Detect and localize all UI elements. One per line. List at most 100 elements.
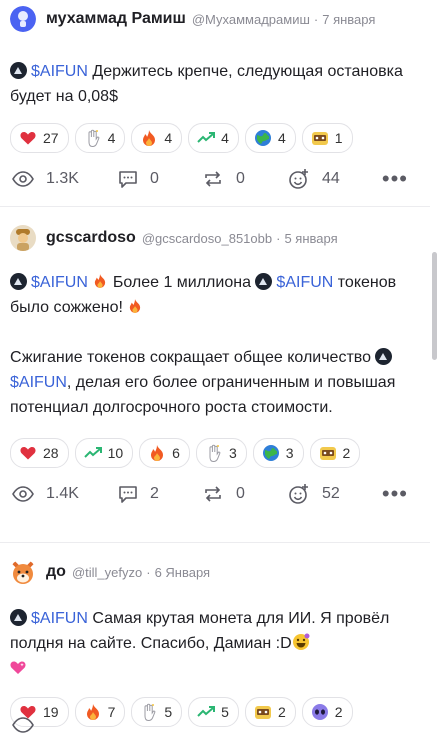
author-handle[interactable]: @till_yefyzo — [72, 565, 142, 580]
views-stat[interactable]: 1.4K — [12, 485, 79, 503]
reaction-hand[interactable]: 3 — [195, 438, 247, 468]
add-reaction-icon — [289, 169, 308, 189]
post-date: 5 января — [284, 230, 338, 246]
reaction-count: 27 — [43, 130, 59, 146]
reaction-badge[interactable]: 2 — [244, 697, 296, 727]
reaction-count: 2 — [277, 704, 286, 720]
badge-icon — [319, 444, 337, 462]
reaction-fire[interactable]: 4 — [131, 123, 183, 153]
eye-icon — [12, 486, 34, 502]
reaction-badge[interactable]: 2 — [309, 438, 361, 468]
reposts-stat[interactable]: 0 — [202, 170, 245, 188]
reaction-trend[interactable]: 4 — [188, 123, 239, 153]
reaction-globe[interactable]: 3 — [252, 438, 304, 468]
author-name[interactable]: мухаммад Рамиш — [46, 10, 186, 28]
post-text-line: Более 1 миллиона — [112, 274, 251, 291]
reaction-fire[interactable]: 6 — [139, 438, 190, 468]
reaction-count: 4 — [164, 130, 173, 146]
stats-bar: 1.3K 0 0 44 ••• — [0, 159, 430, 199]
badge-icon — [254, 703, 272, 721]
eye-icon — [12, 717, 34, 733]
token-icon — [10, 273, 27, 290]
reaction-count: 4 — [277, 130, 286, 146]
separator: · — [313, 11, 319, 27]
fire-icon — [95, 274, 106, 288]
author-name[interactable]: gcscardoso — [46, 229, 136, 247]
token-icon — [10, 609, 27, 626]
scrollbar-thumb[interactable] — [432, 252, 437, 360]
likes-stat[interactable]: 44 — [288, 168, 340, 190]
author-handle[interactable]: @gcscardoso_851obb — [142, 231, 272, 246]
trend-up-icon — [83, 444, 102, 462]
avatar[interactable] — [10, 6, 36, 32]
heart-icon — [19, 129, 37, 147]
post-text: $AIFUN Более 1 миллиона $AIFUN токенов б… — [0, 270, 430, 420]
ticker-link[interactable]: $AIFUN — [10, 374, 67, 391]
reaction-count: 5 — [221, 704, 229, 720]
post-date: 6 Января — [154, 564, 211, 580]
reactions-bar: 19 7 5 5 2 2 — [0, 697, 430, 727]
views-count: 1.4K — [46, 485, 79, 502]
ticker-link[interactable]: $AIFUN — [31, 63, 88, 80]
comments-stat[interactable]: 2 — [118, 485, 159, 503]
likes-count: 44 — [322, 170, 340, 187]
avatar[interactable] — [10, 225, 36, 251]
comment-icon — [119, 486, 137, 503]
reaction-hand[interactable]: 4 — [74, 123, 126, 153]
reactions-bar: 27 4 4 4 4 1 — [0, 123, 430, 153]
fire-icon — [140, 129, 158, 147]
reaction-heart[interactable]: 28 — [10, 438, 69, 468]
reaction-fire[interactable]: 7 — [74, 697, 126, 727]
views-icon-partial — [12, 717, 34, 737]
reaction-hand[interactable]: 5 — [131, 697, 183, 727]
post[interactable]: до @till_yefyzo · 6 Января $AIFUN Самая … — [0, 543, 430, 737]
hand-icon — [84, 129, 102, 147]
reaction-count: 19 — [43, 704, 59, 720]
fire-icon — [84, 703, 102, 721]
repost-icon — [205, 171, 221, 187]
post-date: 7 января — [322, 11, 376, 27]
reaction-trend[interactable]: 5 — [188, 697, 239, 727]
grin-emoji-icon — [292, 633, 310, 650]
trend-up-icon — [197, 129, 216, 147]
more-options-button[interactable]: ••• — [382, 481, 408, 507]
reposts-stat[interactable]: 0 — [202, 485, 245, 503]
post-text-line: Сжигание токенов сокращает общее количес… — [10, 349, 371, 366]
avatar[interactable] — [10, 559, 36, 585]
reaction-alien[interactable]: 2 — [301, 697, 353, 727]
reaction-trend[interactable]: 10 — [74, 438, 134, 468]
reaction-count: 5 — [164, 704, 173, 720]
alien-icon — [311, 703, 329, 721]
fire-icon — [130, 299, 141, 313]
post-text-line: , делая его более ограниченным и повышая… — [10, 374, 396, 416]
post-text: $AIFUN Держитесь крепче, следующая остан… — [0, 59, 430, 109]
more-options-button[interactable]: ••• — [382, 166, 408, 192]
ticker-link[interactable]: $AIFUN — [31, 610, 88, 627]
comment-icon — [119, 171, 137, 188]
reaction-count: 4 — [107, 130, 116, 146]
stats-bar: 1.4K 2 0 52 ••• — [0, 474, 430, 514]
post[interactable]: gcscardoso @gcscardoso_851obb · 5 января… — [0, 207, 430, 543]
fire-icon — [148, 444, 166, 462]
views-stat[interactable]: 1.3K — [12, 170, 79, 188]
comments-count: 2 — [150, 485, 159, 502]
post[interactable]: мухаммад Рамиш @Мухаммадрамиш · 7 января… — [0, 0, 430, 207]
eye-icon — [12, 171, 34, 187]
ticker-link[interactable]: $AIFUN — [276, 274, 333, 291]
repost-icon — [205, 486, 221, 502]
reaction-count: 1 — [334, 130, 343, 146]
author-name[interactable]: до — [46, 563, 66, 581]
reaction-badge[interactable]: 1 — [301, 123, 353, 153]
likes-stat[interactable]: 52 — [288, 483, 340, 505]
comments-stat[interactable]: 0 — [118, 170, 159, 188]
reaction-count: 2 — [334, 704, 343, 720]
author-handle[interactable]: @Мухаммадрамиш — [192, 12, 310, 27]
comments-count: 0 — [150, 170, 159, 187]
reaction-globe[interactable]: 4 — [244, 123, 296, 153]
ticker-link[interactable]: $AIFUN — [31, 274, 88, 291]
reaction-heart[interactable]: 27 — [10, 123, 69, 153]
reaction-count: 4 — [221, 130, 229, 146]
reaction-count: 10 — [107, 445, 124, 461]
hand-icon — [205, 444, 223, 462]
globe-icon — [262, 444, 280, 462]
